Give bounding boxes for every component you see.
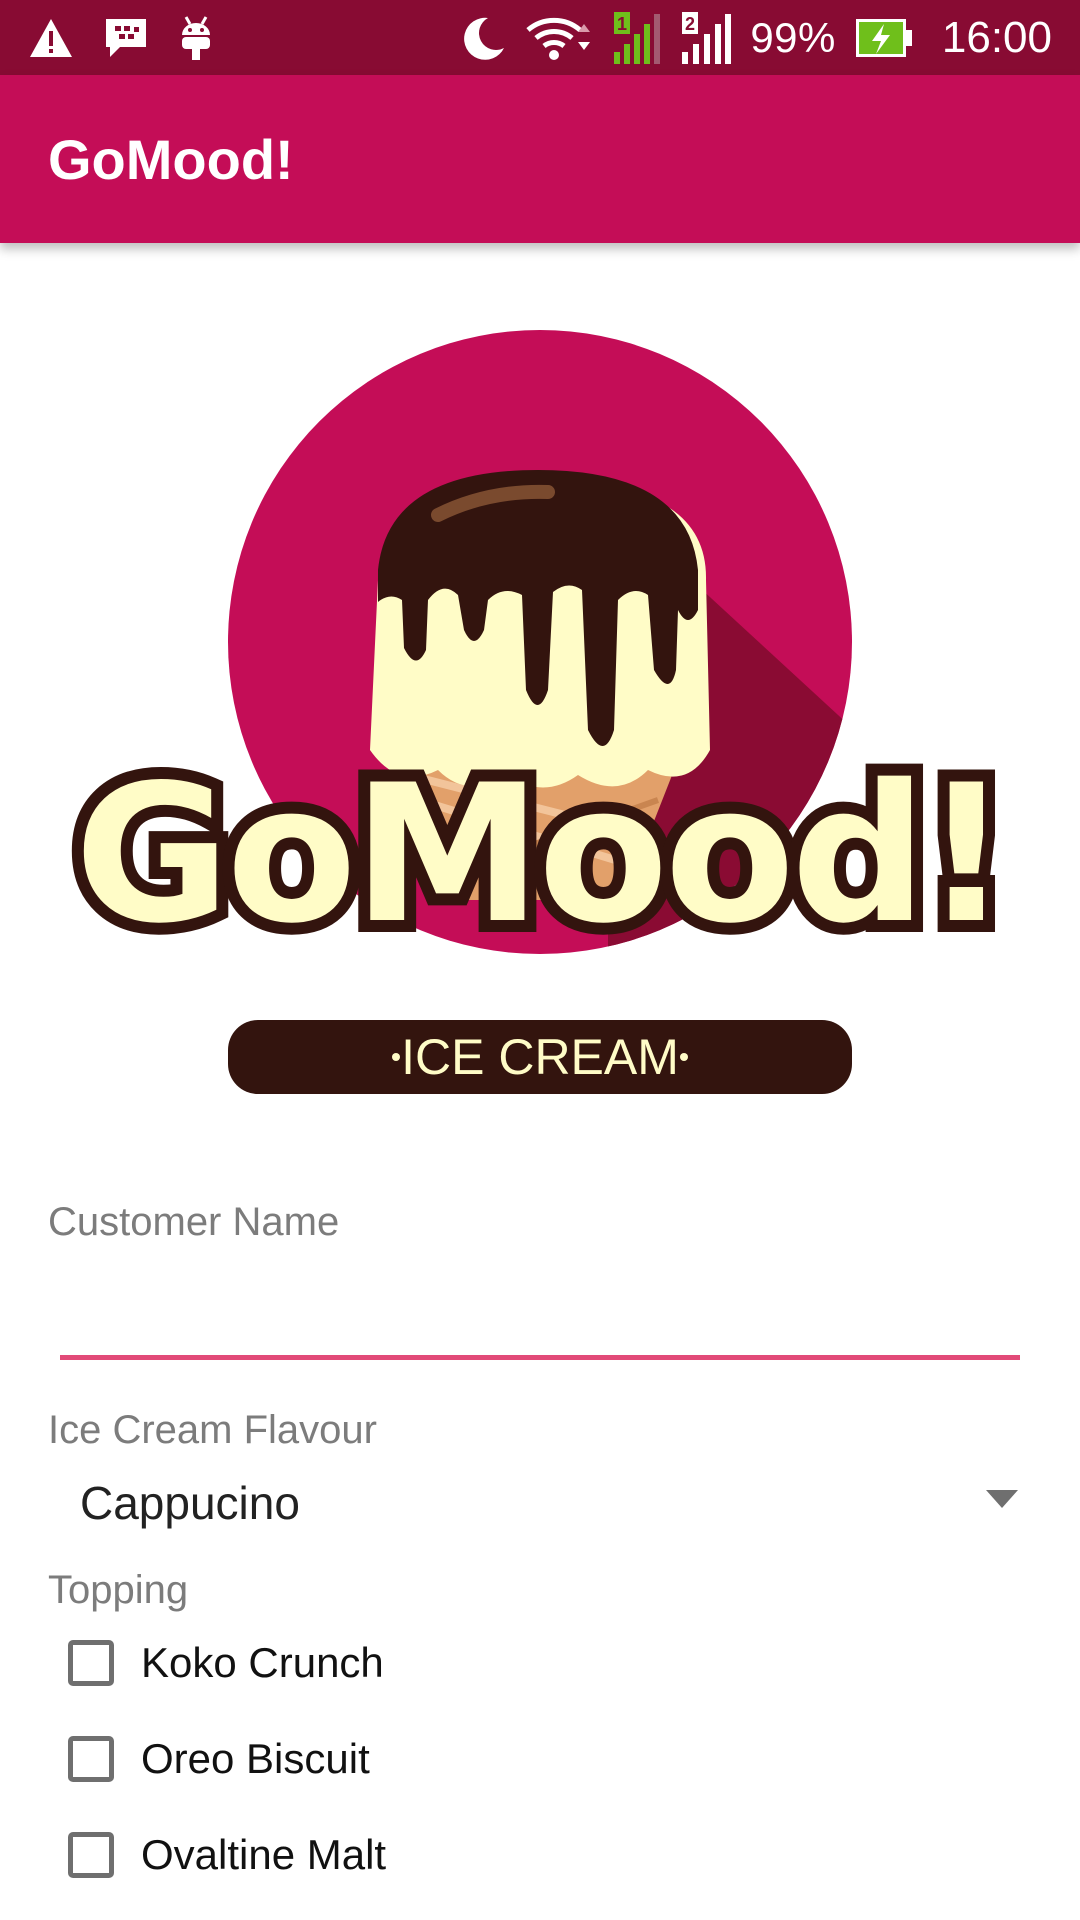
gomood-logo: GoMood! ICE CREAM: [48, 330, 1032, 1100]
do-not-disturb-moon-icon: [458, 14, 506, 62]
android-debug-icon: [178, 15, 214, 61]
checkbox-icon[interactable]: [68, 1832, 114, 1878]
sim2-label: 2: [685, 14, 695, 34]
flavour-spinner[interactable]: Cappucino: [48, 1458, 1028, 1548]
topping-option-label: Oreo Biscuit: [141, 1735, 370, 1782]
status-bar: 1 2 99% 16:00: [0, 0, 1080, 75]
battery-charging-icon: [854, 16, 914, 60]
flavour-label: Ice Cream Flavour: [48, 1408, 377, 1452]
logo-brand-text: GoMood!: [74, 744, 1005, 965]
customer-name-label: Customer Name: [48, 1200, 340, 1244]
sim1-signal-icon: 1: [612, 12, 662, 64]
dropdown-arrow-icon: [986, 1490, 1018, 1508]
topping-option-label: Koko Crunch: [141, 1639, 384, 1686]
app-title: GoMood!: [48, 128, 294, 191]
tagline-dot-left: [392, 1053, 400, 1061]
flavour-selected-value: Cappucino: [80, 1477, 300, 1529]
battery-percent: 99%: [750, 14, 836, 61]
topping-option-oreo-biscuit[interactable]: Oreo Biscuit: [68, 1724, 370, 1794]
topping-label: Topping: [48, 1568, 189, 1612]
ice-cream-scoop-icon: [370, 470, 710, 788]
topping-option-koko-crunch[interactable]: Koko Crunch: [68, 1628, 384, 1698]
sim1-label: 1: [617, 14, 627, 34]
customer-name-input[interactable]: [60, 1260, 1020, 1360]
sim2-signal-icon: 2: [680, 12, 732, 64]
warning-icon: [28, 17, 74, 59]
bbm-icon: [104, 17, 148, 59]
checkbox-icon[interactable]: [68, 1736, 114, 1782]
status-right-icons: 1 2 99% 16:00: [458, 10, 1052, 66]
status-clock: 16:00: [941, 13, 1052, 62]
wifi-icon: [524, 14, 594, 62]
ice-cream-logo-graphic: GoMood! ICE CREAM: [62, 330, 1022, 1094]
status-left-icons: [28, 10, 214, 66]
logo-tagline: ICE CREAM: [401, 1029, 679, 1085]
topping-option-label: Ovaltine Malt: [141, 1831, 387, 1878]
tagline-dot-right: [680, 1053, 688, 1061]
checkbox-icon[interactable]: [68, 1640, 114, 1686]
topping-option-ovaltine-malt[interactable]: Ovaltine Malt: [68, 1820, 386, 1890]
app-bar: GoMood!: [0, 75, 1080, 243]
